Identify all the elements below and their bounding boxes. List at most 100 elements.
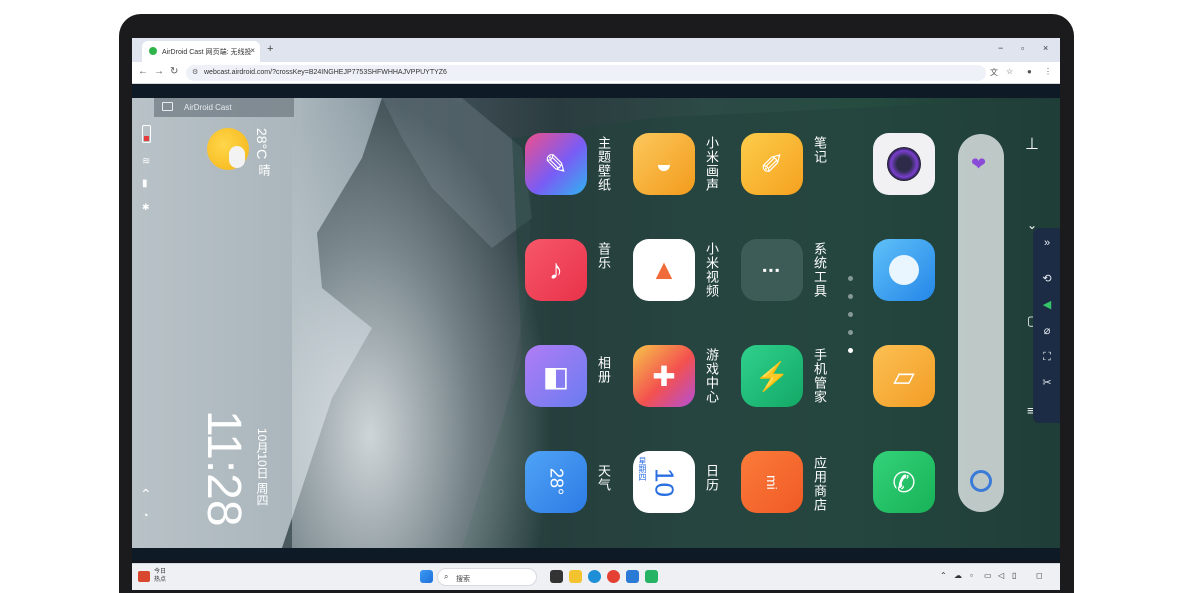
news-widget[interactable]: 今日 热点 bbox=[138, 568, 188, 586]
battery-tray-icon[interactable]: ▯ bbox=[1012, 571, 1016, 580]
profile-icon[interactable]: ● bbox=[1027, 67, 1032, 76]
wifi-icon: ≋ bbox=[142, 156, 151, 167]
app-browser[interactable] bbox=[873, 239, 935, 301]
tray-chevron-icon[interactable]: ⌃ bbox=[940, 571, 947, 580]
dock-search-icon[interactable] bbox=[970, 470, 992, 492]
airdroid-cast-badge: AirDroid Cast bbox=[154, 98, 294, 117]
page-dot-active[interactable] bbox=[848, 348, 853, 353]
cast-badge-label: AirDroid Cast bbox=[184, 103, 232, 112]
app-label: 天气 bbox=[596, 464, 611, 492]
tools-icon[interactable]: ✂ bbox=[1040, 376, 1054, 390]
app-camera[interactable] bbox=[873, 133, 935, 195]
brush-icon: ✎ bbox=[544, 148, 568, 180]
site-info-icon[interactable]: ⚙ bbox=[192, 68, 198, 76]
gamepad-icon: ✚ bbox=[652, 360, 676, 392]
page-dot[interactable] bbox=[848, 294, 853, 299]
new-tab-button[interactable]: + bbox=[267, 43, 273, 55]
app-game-center[interactable]: ✚ bbox=[633, 345, 695, 407]
phone-mirror-screen[interactable]: AirDroid Cast ≋ ▮ ✱ 28°C 晴 11:28 10月10日 … bbox=[132, 98, 1060, 548]
chrome-icon[interactable] bbox=[607, 570, 620, 583]
back-arrow-icon[interactable]: ← bbox=[138, 66, 148, 77]
close-window-button[interactable]: × bbox=[1043, 43, 1048, 53]
app-theme-wallpaper[interactable]: ✎ bbox=[525, 133, 587, 195]
windows-start-icon[interactable] bbox=[420, 570, 433, 583]
network-icon[interactable]: ▭ bbox=[984, 571, 992, 580]
page-dot[interactable] bbox=[848, 276, 853, 281]
dock-app-icon[interactable]: ❤ bbox=[971, 154, 991, 174]
maximize-button[interactable]: ▫ bbox=[1021, 43, 1024, 53]
app-store[interactable]: mi bbox=[741, 451, 803, 513]
menu-kebab-icon[interactable]: ⋮ bbox=[1044, 67, 1052, 76]
screenshot: AirDroid Cast 网页端: 无线投 × + − ▫ × ← → ↻ ⚙… bbox=[0, 0, 1203, 593]
app-notes-orange[interactable]: ▱ bbox=[873, 345, 935, 407]
app-label: 系统工具 bbox=[812, 242, 827, 298]
news-icon bbox=[138, 571, 150, 582]
weather-condition: 晴 bbox=[257, 164, 271, 176]
bluetooth-icon: ✱ bbox=[142, 202, 150, 212]
tab-close-button[interactable]: × bbox=[250, 46, 255, 55]
url-text: webcast.airdroid.com/?crossKey=B24INGHEJ… bbox=[204, 69, 447, 76]
browser-toolbar: ← → ↻ ⚙ webcast.airdroid.com/?crossKey=B… bbox=[132, 62, 1060, 84]
app-phone[interactable]: ✆ bbox=[873, 451, 935, 513]
security-icon: ⚡ bbox=[754, 360, 790, 392]
browser-tab-bar: AirDroid Cast 网页端: 无线投 × + − ▫ × bbox=[132, 38, 1060, 62]
app-phone-manager[interactable]: ⚡ bbox=[741, 345, 803, 407]
app-label: 小米画声 bbox=[704, 136, 719, 192]
app-music[interactable]: ♪ bbox=[525, 239, 587, 301]
edge-icon[interactable] bbox=[588, 570, 601, 583]
app-notes[interactable]: ✐ bbox=[741, 133, 803, 195]
store-app-icon[interactable] bbox=[626, 570, 639, 583]
app-label: 笔记 bbox=[812, 136, 827, 164]
shell-icon: ◒ bbox=[655, 148, 673, 179]
volume-icon[interactable]: ◀ bbox=[1040, 298, 1054, 312]
app-label: 相册 bbox=[596, 356, 611, 384]
forward-arrow-icon[interactable]: → bbox=[154, 66, 164, 77]
app-gallery[interactable]: ◧ bbox=[525, 345, 587, 407]
laptop-screen: AirDroid Cast 网页端: 无线投 × + − ▫ × ← → ↻ ⚙… bbox=[132, 38, 1060, 590]
app-xiaomi-video[interactable]: ▲ bbox=[633, 239, 695, 301]
cloud-icon[interactable]: ☁ bbox=[954, 571, 962, 580]
address-bar[interactable]: ⚙ webcast.airdroid.com/?crossKey=B24INGH… bbox=[186, 65, 986, 81]
app-xiaomi-voice[interactable]: ◒ bbox=[633, 133, 695, 195]
app-label: 日历 bbox=[704, 464, 719, 492]
reload-icon[interactable]: ↻ bbox=[170, 66, 178, 77]
side-dock: ❤ bbox=[958, 134, 1004, 512]
bookmark-star-icon[interactable]: ☆ bbox=[1006, 67, 1013, 76]
mist-overlay bbox=[292, 98, 552, 548]
weather-temp: 28°C bbox=[254, 128, 270, 160]
assistant-icon[interactable]: ⌃ bbox=[140, 486, 152, 503]
music-icon: ♪ bbox=[549, 254, 563, 285]
notification-icon[interactable]: ◻ bbox=[1036, 571, 1043, 580]
weather-badge: 28° bbox=[546, 468, 567, 496]
pin-icon[interactable]: ⊥ bbox=[1025, 134, 1039, 154]
airdroid-app-icon[interactable] bbox=[645, 570, 658, 583]
weather-sunny-icon[interactable] bbox=[207, 128, 249, 170]
page-dot[interactable] bbox=[848, 330, 853, 335]
cast-control-toolbar: » ⟲ ◀ ⌀ ⛶ ✂ bbox=[1033, 228, 1060, 423]
fullscreen-icon[interactable]: ⛶ bbox=[1040, 350, 1054, 364]
app-weather[interactable]: 28° bbox=[525, 451, 587, 513]
app-label: 应用商店 bbox=[812, 456, 827, 512]
gallery-icon: ◧ bbox=[542, 360, 570, 392]
browser-tab[interactable]: AirDroid Cast 网页端: 无线投 × bbox=[142, 41, 260, 62]
app-calendar[interactable]: 10 星期四 bbox=[633, 451, 695, 513]
clock-date: 10月10日 周四 bbox=[255, 428, 269, 507]
expand-icon[interactable]: » bbox=[1040, 236, 1054, 250]
tray-app-icon[interactable]: ▫ bbox=[970, 571, 973, 580]
taskbar-search-placeholder: 搜索 bbox=[456, 576, 470, 583]
battery-icon bbox=[142, 125, 151, 143]
app-label: 音乐 bbox=[596, 242, 611, 270]
translate-icon[interactable]: 文 bbox=[990, 67, 998, 78]
play-triangle-icon: ▲ bbox=[650, 254, 678, 285]
minimize-button[interactable]: − bbox=[998, 43, 1003, 53]
volume-tray-icon[interactable]: ◁ bbox=[998, 571, 1004, 580]
phone-icon: ✆ bbox=[892, 466, 916, 498]
file-explorer-icon[interactable] bbox=[569, 570, 582, 583]
taskbar-search[interactable]: ⌕ 搜索 bbox=[437, 568, 537, 586]
page-dot[interactable] bbox=[848, 312, 853, 317]
task-view-icon[interactable] bbox=[550, 570, 563, 583]
browser-icon bbox=[873, 239, 935, 301]
mic-off-icon[interactable]: ⌀ bbox=[1040, 324, 1054, 338]
app-system-tools-folder[interactable]: ▪▪▪ bbox=[741, 239, 803, 301]
rotate-icon[interactable]: ⟲ bbox=[1040, 272, 1054, 286]
